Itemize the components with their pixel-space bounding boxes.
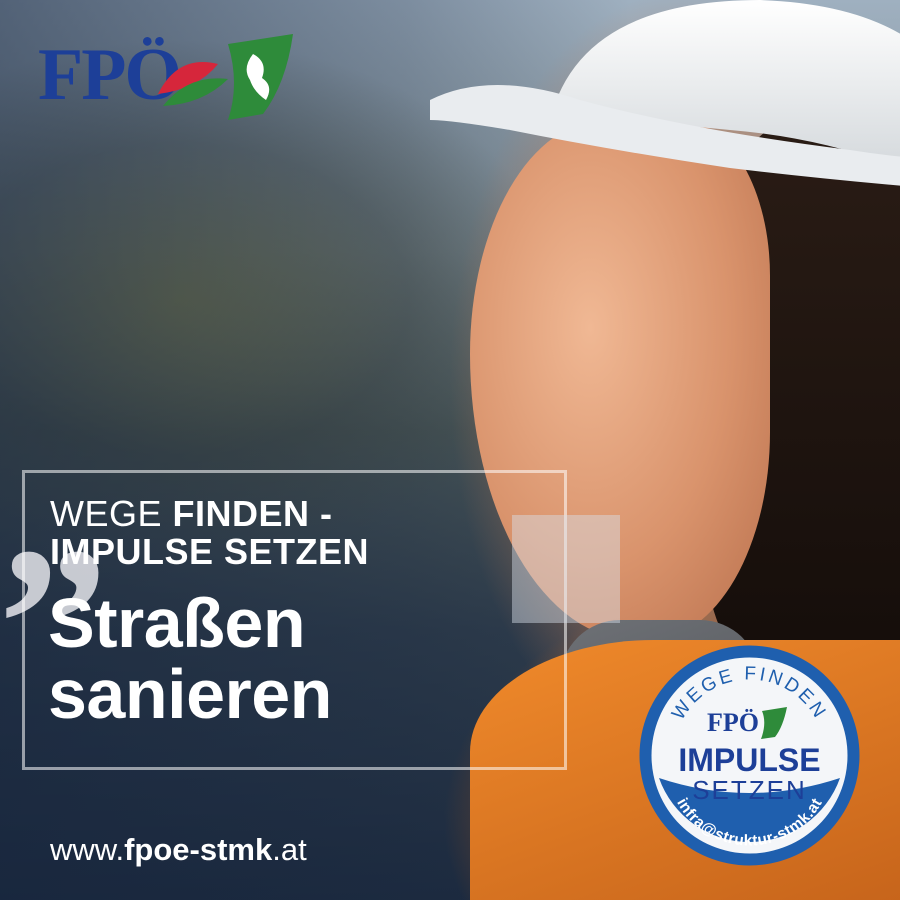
campaign-badge: WEGE FINDEN FPÖ IMPULSE SETZEN infra@str… [639, 645, 860, 866]
url-prefix: www. [50, 832, 125, 867]
headline: Straßen sanieren [48, 584, 332, 734]
slogan: WEGE FINDEN - IMPULSE SETZEN [50, 495, 369, 571]
accent-square [512, 515, 620, 623]
badge-line2: SETZEN [692, 775, 807, 805]
hard-hat-icon [430, 0, 900, 186]
url-bold: fpoe-stmk [124, 832, 273, 867]
slogan-line2: IMPULSE SETZEN [50, 530, 370, 572]
url-suffix: .at [272, 832, 307, 867]
poster: FPÖ „ WEGE FINDEN - IMPULSE SETZEN Straß… [0, 0, 900, 900]
fpoe-logo: FPÖ [38, 30, 298, 120]
badge-logo-text: FPÖ [707, 708, 759, 737]
slogan-light: WEGE [50, 493, 173, 534]
slogan-bold: FINDEN - [172, 493, 333, 534]
headline-line2: sanieren [48, 655, 332, 734]
headline-line1: Straßen [48, 584, 306, 662]
website-url[interactable]: www.fpoe-stmk.at [50, 832, 307, 868]
badge-line1: IMPULSE [678, 742, 820, 778]
styria-panther-icon [158, 34, 293, 120]
